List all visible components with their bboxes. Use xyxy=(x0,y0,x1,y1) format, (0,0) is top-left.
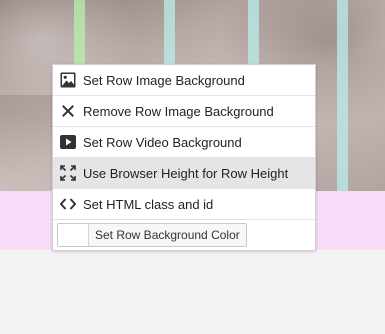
menu-item-label: Set HTML class and id xyxy=(83,196,214,212)
menu-item-remove-row-image-background[interactable]: Remove Row Image Background xyxy=(53,96,315,127)
menu-item-set-row-video-background[interactable]: Set Row Video Background xyxy=(53,127,315,158)
menu-item-label: Set Row Image Background xyxy=(83,72,245,88)
image-icon xyxy=(53,65,83,95)
menu-item-label: Remove Row Image Background xyxy=(83,103,274,119)
menu-item-set-row-image-background[interactable]: Set Row Image Background xyxy=(53,65,315,96)
code-icon xyxy=(53,189,83,219)
video-play-icon xyxy=(53,127,83,157)
fullscreen-expand-icon xyxy=(53,158,83,188)
menu-item-label: Set Row Video Background xyxy=(83,134,242,150)
row-settings-menu: Set Row Image Background Remove Row Imag… xyxy=(52,64,316,251)
color-button-label: Set Row Background Color xyxy=(95,228,240,242)
column-guide-3 xyxy=(337,0,348,191)
color-swatch xyxy=(58,224,89,246)
menu-item-use-browser-height[interactable]: Use Browser Height for Row Height xyxy=(53,158,315,189)
close-icon xyxy=(53,96,83,126)
menu-item-label: Use Browser Height for Row Height xyxy=(83,165,289,181)
menu-color-row: Set Row Background Color xyxy=(53,220,315,250)
menu-item-set-html-class-and-id[interactable]: Set HTML class and id xyxy=(53,189,315,220)
set-row-background-color-button[interactable]: Set Row Background Color xyxy=(57,223,247,247)
